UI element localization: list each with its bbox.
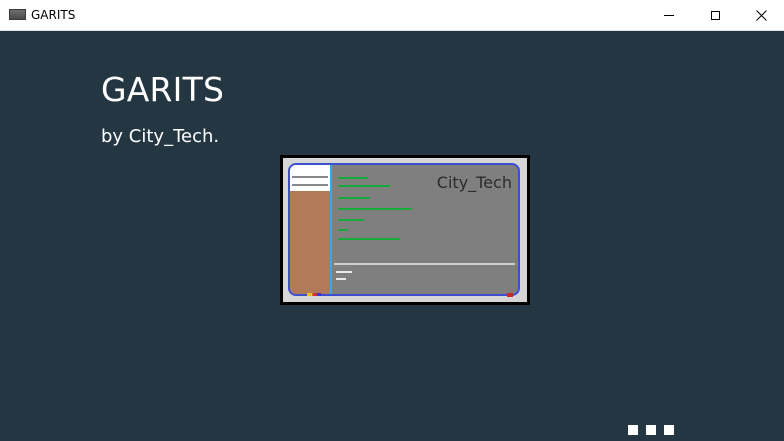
illustration-brand-text: City_Tech [436, 173, 512, 192]
illustration-screen: City_Tech [288, 163, 520, 296]
splash-illustration: City_Tech [280, 155, 530, 305]
app-heading: GARITS [101, 70, 225, 109]
minimize-button[interactable] [646, 0, 692, 31]
close-icon [755, 10, 767, 21]
illustration-sidebar [290, 165, 332, 294]
loading-square [664, 425, 674, 435]
window-title: GARITS [31, 8, 76, 22]
illustration-sidebar-header [290, 165, 330, 191]
maximize-icon [710, 11, 720, 20]
app-subheading: by City_Tech. [101, 126, 220, 147]
loading-indicator [628, 425, 674, 435]
title-bar: GARITS [0, 0, 784, 31]
loading-square [628, 425, 638, 435]
maximize-button[interactable] [692, 0, 738, 31]
close-button[interactable] [738, 0, 784, 31]
loading-square [646, 425, 656, 435]
illustration-monitor: City_Tech [283, 158, 527, 302]
minimize-icon [664, 15, 674, 16]
app-window-icon [9, 9, 26, 20]
